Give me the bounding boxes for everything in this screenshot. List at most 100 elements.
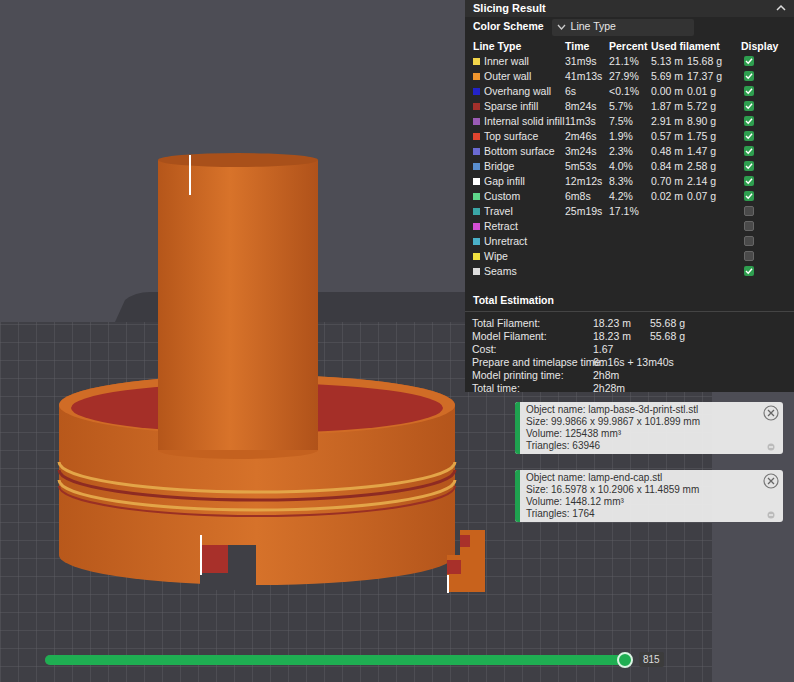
display-checkbox[interactable] xyxy=(744,86,754,96)
line-type-row: Wipe xyxy=(465,249,794,264)
line-type-percent: 2.3% xyxy=(609,144,651,160)
display-checkbox[interactable] xyxy=(744,71,754,81)
total-estimation-title: Total Estimation xyxy=(473,294,554,306)
display-cell xyxy=(731,251,794,261)
display-checkbox[interactable] xyxy=(744,206,754,216)
line-type-percent: 17.1% xyxy=(609,204,651,220)
line-type-name: Wipe xyxy=(484,249,508,265)
line-type-name-cell: Internal solid infill xyxy=(473,114,565,130)
line-type-length: 0.48 m xyxy=(651,144,687,160)
close-button[interactable] xyxy=(763,405,779,421)
viewport[interactable]: Slicing ResultColor SchemeLine TypeLine … xyxy=(0,0,794,682)
line-type-row: Sparse infill8m24s5.7%1.87 m5.72 g xyxy=(465,99,794,114)
line-type-name: Seams xyxy=(484,264,517,280)
totals-list: Total Filament:18.23 m55.68 gModel Filam… xyxy=(465,312,794,394)
display-cell xyxy=(731,101,794,111)
line-type-weight: 5.72 g xyxy=(687,99,731,115)
minimize-button[interactable] xyxy=(767,443,775,451)
line-type-percent: 1.9% xyxy=(609,129,651,145)
line-type-name-cell: Bridge xyxy=(473,159,565,175)
total-row: Cost:1.67 xyxy=(465,342,794,355)
display-checkbox[interactable] xyxy=(744,146,754,156)
line-type-length: 0.00 m xyxy=(651,84,687,100)
line-type-name-cell: Outer wall xyxy=(473,69,565,85)
total-row: Model printing time:2h8m xyxy=(465,368,794,381)
display-cell xyxy=(731,221,794,231)
line-type-time: 2m46s xyxy=(565,129,609,145)
line-type-length: 0.70 m xyxy=(651,174,687,190)
display-checkbox[interactable] xyxy=(744,116,754,126)
display-checkbox[interactable] xyxy=(744,161,754,171)
total-value: 18.23 m xyxy=(593,329,650,345)
line-type-time: 5m53s xyxy=(565,159,609,175)
line-type-weight: 15.68 g xyxy=(687,54,731,70)
column-header: Time xyxy=(565,39,609,55)
layer-slider[interactable]: 815 xyxy=(45,652,665,667)
total-value: 55.68 g xyxy=(650,316,794,332)
slider-track[interactable] xyxy=(45,655,625,665)
line-type-length: 5.69 m xyxy=(651,69,687,85)
total-estimation-header: Total Estimation xyxy=(465,293,794,313)
total-label: Prepare and timelapse time: xyxy=(472,355,593,371)
line-type-weight: 2.14 g xyxy=(687,174,731,190)
object-info-line: Triangles: 63946 xyxy=(526,440,761,452)
line-type-row: Bottom surface3m24s2.3%0.48 m1.47 g xyxy=(465,144,794,159)
line-type-name: Overhang wall xyxy=(484,84,551,100)
check-icon xyxy=(745,117,753,125)
total-value: 55.68 g xyxy=(650,329,794,345)
check-icon xyxy=(745,87,753,95)
collapse-button[interactable] xyxy=(776,4,786,12)
display-checkbox[interactable] xyxy=(744,266,754,276)
color-swatch xyxy=(473,148,480,155)
display-checkbox[interactable] xyxy=(744,101,754,111)
line-type-name: Custom xyxy=(484,189,520,205)
display-checkbox[interactable] xyxy=(744,251,754,261)
chevron-down-icon xyxy=(557,24,566,30)
slider-handle[interactable] xyxy=(617,652,633,668)
total-label: Model printing time: xyxy=(472,368,593,384)
line-type-name-cell: Retract xyxy=(473,219,565,235)
total-value: 1.67 xyxy=(593,342,794,358)
total-label: Total Filament: xyxy=(472,316,593,332)
display-checkbox[interactable] xyxy=(744,191,754,201)
display-checkbox[interactable] xyxy=(744,176,754,186)
object-info-card: Object name: lamp-base-3d-print-stl.stlS… xyxy=(515,402,783,454)
display-checkbox[interactable] xyxy=(744,56,754,66)
display-cell xyxy=(731,146,794,156)
line-type-time: 3m24s xyxy=(565,144,609,160)
line-type-percent: 27.9% xyxy=(609,69,651,85)
check-icon xyxy=(745,267,753,275)
close-button[interactable] xyxy=(763,473,779,489)
check-icon xyxy=(745,132,753,140)
object-info-line: Volume: 125438 mm³ xyxy=(526,428,761,440)
panel-header: Slicing Result xyxy=(465,0,794,17)
object-info-line: Object name: lamp-base-3d-print-stl.stl xyxy=(526,404,761,416)
display-cell xyxy=(731,56,794,66)
color-swatch xyxy=(473,268,480,275)
object-info-line: Size: 16.5978 x 10.2906 x 11.4859 mm xyxy=(526,484,761,496)
display-checkbox[interactable] xyxy=(744,221,754,231)
total-row: Total time:2h28m xyxy=(465,381,794,394)
display-checkbox[interactable] xyxy=(744,131,754,141)
line-type-weight: 17.37 g xyxy=(687,69,731,85)
total-value: 6m16s + 13m40s xyxy=(593,355,794,371)
line-type-weight: 1.47 g xyxy=(687,144,731,160)
minimize-icon xyxy=(767,511,775,519)
slicing-result-panel: Slicing ResultColor SchemeLine TypeLine … xyxy=(465,0,794,392)
color-swatch xyxy=(473,118,480,125)
line-type-time: 8m24s xyxy=(565,99,609,115)
lamp-base-model[interactable] xyxy=(59,153,455,590)
minimize-button[interactable] xyxy=(767,511,775,519)
color-swatch xyxy=(473,103,480,110)
lamp-end-cap-model[interactable] xyxy=(447,530,485,593)
display-cell xyxy=(731,206,794,216)
line-type-name-cell: Seams xyxy=(473,264,565,280)
chevron-up-icon xyxy=(776,4,786,12)
line-type-name: Bridge xyxy=(484,159,514,175)
line-type-percent: 5.7% xyxy=(609,99,651,115)
line-type-name-cell: Overhang wall xyxy=(473,84,565,100)
color-scheme-dropdown[interactable]: Line Type xyxy=(552,19,694,36)
line-type-name: Retract xyxy=(484,219,518,235)
total-label: Cost: xyxy=(472,342,593,358)
display-checkbox[interactable] xyxy=(744,236,754,246)
